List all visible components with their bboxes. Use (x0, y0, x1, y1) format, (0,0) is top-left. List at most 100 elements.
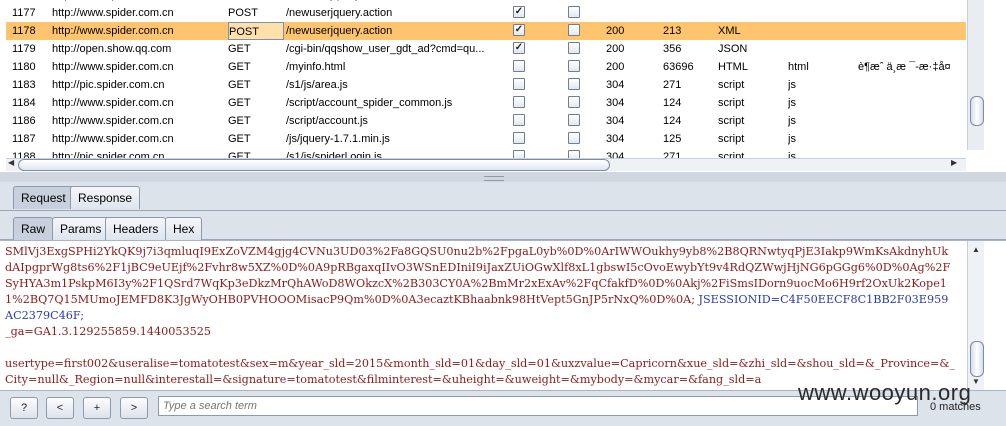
message-tabbar: Request Response (0, 182, 1006, 211)
table-row[interactable]: 1177http://www.spider.com.cnPOST/newuser… (6, 4, 966, 22)
cell-title (858, 76, 968, 94)
edited-checkbox[interactable] (568, 96, 580, 108)
cell-params (513, 58, 533, 76)
cell-mime: HTML (718, 58, 788, 76)
ga-cookie: _ga=GA1.3.129255859.1440053525 (5, 325, 211, 338)
cell-num: 1179 (12, 40, 52, 58)
history-table: 1176http://www.spider.com.cnPOST/newuser… (0, 0, 1006, 172)
cell-status: 200 (606, 40, 656, 58)
table-row[interactable]: 1187http://www.spider.com.cnGET/js/jquer… (6, 130, 966, 148)
cell-title (858, 22, 968, 40)
params-checkbox[interactable] (513, 60, 525, 72)
tab-raw[interactable]: Raw (13, 217, 53, 240)
edited-checkbox[interactable] (568, 6, 580, 18)
cell-params: ✓ (513, 22, 533, 40)
table-row[interactable]: 1179http://open.show.qq.comGET/cgi-bin/q… (6, 40, 966, 58)
params-checkbox[interactable]: ✓ (513, 24, 525, 36)
cell-mime: script (718, 130, 788, 148)
cell-host: http://www.spider.com.cn (52, 22, 227, 40)
edited-checkbox[interactable] (568, 60, 580, 72)
scroll-left-icon[interactable]: ◀ (8, 158, 14, 167)
scroll-right-icon[interactable]: ▶ (951, 158, 957, 167)
splitter-grip-icon[interactable] (484, 176, 504, 181)
cell-title (858, 130, 968, 148)
cell-num: 1186 (12, 112, 52, 130)
history-vertical-scrollbar[interactable] (967, 0, 984, 150)
cell-length (663, 4, 723, 22)
cell-method: GET (228, 76, 284, 94)
cell-ext (788, 22, 848, 40)
edited-checkbox[interactable] (568, 78, 580, 90)
cell-title (858, 40, 968, 58)
cell-url: /js/jquery-1.7.1.min.js (286, 130, 516, 148)
cell-status (606, 4, 656, 22)
cell-mime: script (718, 76, 788, 94)
cell-ext (788, 40, 848, 58)
table-row[interactable]: 1183http://pic.spider.com.cnGET/s1/js/ar… (6, 76, 966, 94)
raw-vertical-scrollbar[interactable]: ▲ ▼ (967, 241, 984, 391)
edited-checkbox[interactable] (568, 132, 580, 144)
edited-checkbox[interactable] (568, 114, 580, 126)
tab-response[interactable]: Response (70, 186, 140, 209)
cell-ext: js (788, 76, 848, 94)
raw-editor[interactable]: SMlVj3ExgSPHi2YkQK9j7i3qmluqI9ExZoVZM4gj… (0, 240, 1006, 391)
tab-request[interactable]: Request (13, 186, 74, 209)
scroll-down-icon[interactable]: ▼ (972, 377, 980, 386)
tab-hex[interactable]: Hex (165, 217, 202, 240)
params-checkbox[interactable] (513, 78, 525, 90)
cell-title (858, 112, 968, 130)
cell-method: GET (228, 112, 284, 130)
cell-edited (568, 76, 588, 94)
cell-method: GET (228, 40, 284, 58)
params-checkbox[interactable]: ✓ (513, 42, 525, 54)
table-row[interactable]: 1180http://www.spider.com.cnGET/myinfo.h… (6, 58, 966, 76)
cell-url: /cgi-bin/qqshow_user_gdt_ad?cmd=qu... (286, 40, 516, 58)
cell-url: /script/account_spider_common.js (286, 94, 516, 112)
raw-request-text[interactable]: SMlVj3ExgSPHi2YkQK9j7i3qmluqI9ExZoVZM4gj… (5, 244, 955, 388)
edited-checkbox[interactable] (568, 42, 580, 54)
cell-params (513, 130, 533, 148)
params-checkbox[interactable] (513, 114, 525, 126)
cell-edited (568, 22, 588, 40)
cell-method: POST (228, 22, 284, 40)
cell-num: 1184 (12, 94, 52, 112)
scroll-thumb[interactable] (970, 341, 984, 377)
cell-mime: script (718, 112, 788, 130)
cell-url: /script/account.js (286, 112, 516, 130)
cell-status: 200 (606, 22, 656, 40)
cell-method: GET (228, 130, 284, 148)
edited-checkbox[interactable] (568, 24, 580, 36)
cell-host: http://www.spider.com.cn (52, 58, 227, 76)
cell-ext: js (788, 112, 848, 130)
cell-method: GET (228, 58, 284, 76)
cell-host: http://www.spider.com.cn (52, 4, 227, 22)
tab-params[interactable]: Params (52, 217, 109, 240)
pane-splitter[interactable] (0, 172, 1006, 182)
cell-host: http://www.spider.com.cn (52, 130, 227, 148)
scroll-thumb[interactable] (18, 159, 610, 171)
add-search-button[interactable]: + (83, 397, 111, 419)
cell-mime: JSON (718, 40, 788, 58)
tab-headers[interactable]: Headers (105, 217, 166, 240)
cell-length: 356 (663, 40, 723, 58)
previous-match-button[interactable]: < (46, 397, 74, 419)
cell-host: http://pic.spider.com.cn (52, 76, 227, 94)
params-checkbox[interactable] (513, 132, 525, 144)
cell-params (513, 76, 533, 94)
cell-method: GET (228, 94, 284, 112)
cell-length: 213 (663, 22, 723, 40)
cell-status: 304 (606, 76, 656, 94)
help-button[interactable]: ? (10, 397, 38, 419)
cell-ext: js (788, 94, 848, 112)
scroll-thumb[interactable] (970, 96, 984, 126)
table-row[interactable]: 1186http://www.spider.com.cnGET/script/a… (6, 112, 966, 130)
params-checkbox[interactable]: ✓ (513, 6, 525, 18)
cell-num: 1187 (12, 130, 52, 148)
history-horizontal-scrollbar[interactable]: ◀ ▶ (6, 158, 966, 171)
table-row[interactable]: 1184http://www.spider.com.cnGET/script/a… (6, 94, 966, 112)
view-tabbar: Raw Params Headers Hex (0, 213, 1006, 240)
table-row[interactable]: 1178http://www.spider.com.cnPOST/newuser… (6, 22, 966, 40)
scroll-up-icon[interactable]: ▲ (972, 245, 980, 254)
params-checkbox[interactable] (513, 96, 525, 108)
next-match-button[interactable]: > (120, 397, 148, 419)
